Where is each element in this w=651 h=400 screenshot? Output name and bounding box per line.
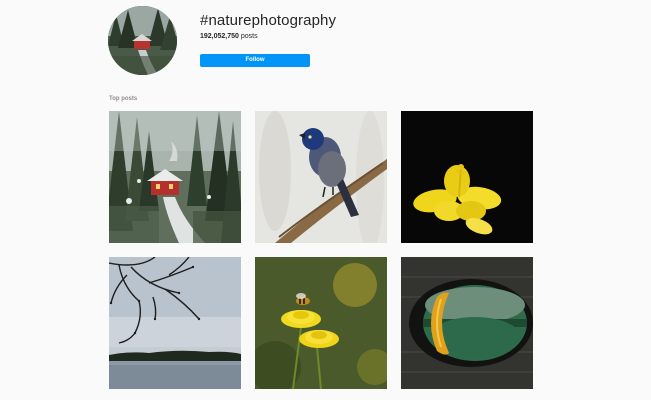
- follow-button[interactable]: Follow: [200, 54, 310, 67]
- hashtag-header: #naturephotography 192,052,750 posts Fol…: [108, 6, 528, 76]
- post-thumbnail[interactable]: [401, 111, 533, 243]
- post-thumbnail[interactable]: [109, 257, 241, 389]
- hashtag-avatar: [108, 6, 177, 75]
- top-posts-grid: [109, 111, 533, 389]
- post-count-number: 192,052,750: [200, 33, 239, 40]
- top-posts-label: Top posts: [109, 96, 138, 102]
- post-thumbnail[interactable]: [255, 111, 387, 243]
- post-thumbnail[interactable]: [401, 257, 533, 389]
- post-count: 192,052,750 posts: [200, 33, 258, 40]
- post-count-suffix: posts: [238, 33, 258, 40]
- post-thumbnail[interactable]: [255, 257, 387, 389]
- post-thumbnail[interactable]: [109, 111, 241, 243]
- hashtag-title: #naturephotography: [200, 12, 337, 29]
